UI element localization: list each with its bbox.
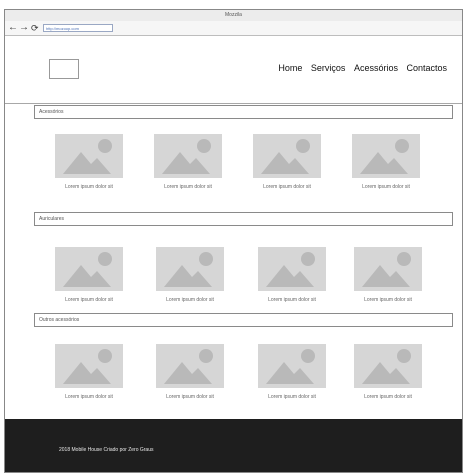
- image-placeholder-glyph: [266, 349, 315, 384]
- product-card[interactable]: Lorem ipsum dolor sit: [353, 247, 423, 303]
- product-caption: Lorem ipsum dolor sit: [166, 297, 214, 303]
- product-card[interactable]: Lorem ipsum dolor sit: [155, 344, 225, 400]
- section-header-auriculares: Auriculares: [34, 212, 453, 226]
- nav-home[interactable]: Home: [278, 63, 302, 73]
- image-placeholder-icon: [55, 247, 123, 291]
- image-placeholder-icon: [154, 134, 222, 178]
- forward-icon[interactable]: →: [19, 22, 29, 34]
- logo-placeholder[interactable]: [49, 59, 79, 79]
- product-card[interactable]: Lorem ipsum dolor sit: [153, 134, 223, 190]
- image-placeholder-icon: [253, 134, 321, 178]
- image-placeholder-icon: [258, 344, 326, 388]
- image-placeholder-icon: [352, 134, 420, 178]
- section-header-acessorios: Acessórios: [34, 105, 453, 119]
- image-placeholder-icon: [354, 247, 422, 291]
- product-caption: Lorem ipsum dolor sit: [164, 184, 212, 190]
- image-placeholder-glyph: [162, 139, 211, 174]
- product-caption: Lorem ipsum dolor sit: [362, 184, 410, 190]
- image-placeholder-glyph: [266, 252, 315, 287]
- image-placeholder-glyph: [261, 139, 310, 174]
- product-card[interactable]: Lorem ipsum dolor sit: [351, 134, 421, 190]
- image-placeholder-glyph: [362, 252, 411, 287]
- browser-toolbar: ← → ⟳ http://mozoop.com: [5, 21, 462, 36]
- image-placeholder-icon: [354, 344, 422, 388]
- nav-servicos[interactable]: Serviços: [311, 63, 346, 73]
- product-caption: Lorem ipsum dolor sit: [364, 394, 412, 400]
- nav-acessorios[interactable]: Acessórios: [354, 63, 398, 73]
- product-card[interactable]: Lorem ipsum dolor sit: [257, 247, 327, 303]
- image-placeholder-glyph: [360, 139, 409, 174]
- product-card[interactable]: Lorem ipsum dolor sit: [353, 344, 423, 400]
- product-caption: Lorem ipsum dolor sit: [65, 297, 113, 303]
- nav-contactos[interactable]: Contactos: [406, 63, 447, 73]
- image-placeholder-glyph: [63, 252, 112, 287]
- image-placeholder-icon: [55, 344, 123, 388]
- image-placeholder-glyph: [164, 252, 213, 287]
- image-placeholder-glyph: [63, 349, 112, 384]
- image-placeholder-glyph: [63, 139, 112, 174]
- image-placeholder-glyph: [164, 349, 213, 384]
- product-caption: Lorem ipsum dolor sit: [268, 297, 316, 303]
- address-bar[interactable]: http://mozoop.com: [43, 24, 113, 32]
- product-card[interactable]: Lorem ipsum dolor sit: [54, 344, 124, 400]
- product-caption: Lorem ipsum dolor sit: [65, 394, 113, 400]
- image-placeholder-icon: [55, 134, 123, 178]
- product-caption: Lorem ipsum dolor sit: [263, 184, 311, 190]
- section-header-outros-acessorios: Outros acessórios: [34, 313, 453, 327]
- site-footer: 2018 Mobile House Criado por Zero Graus: [5, 419, 462, 472]
- product-caption: Lorem ipsum dolor sit: [364, 297, 412, 303]
- product-card[interactable]: Lorem ipsum dolor sit: [155, 247, 225, 303]
- back-icon[interactable]: ←: [8, 22, 18, 34]
- footer-copyright: 2018 Mobile House Criado por Zero Graus: [59, 447, 154, 453]
- browser-window: Mozzila ← → ⟳ http://mozoop.com Home Ser…: [4, 9, 463, 473]
- image-placeholder-icon: [156, 247, 224, 291]
- product-caption: Lorem ipsum dolor sit: [166, 394, 214, 400]
- image-placeholder-icon: [258, 247, 326, 291]
- site-header: Home Serviços Acessórios Contactos: [5, 36, 462, 104]
- product-caption: Lorem ipsum dolor sit: [268, 394, 316, 400]
- product-card[interactable]: Lorem ipsum dolor sit: [257, 344, 327, 400]
- main-nav: Home Serviços Acessórios Contactos: [272, 63, 447, 73]
- product-card[interactable]: Lorem ipsum dolor sit: [54, 134, 124, 190]
- image-placeholder-icon: [156, 344, 224, 388]
- reload-icon[interactable]: ⟳: [31, 22, 39, 34]
- product-caption: Lorem ipsum dolor sit: [65, 184, 113, 190]
- image-placeholder-glyph: [362, 349, 411, 384]
- product-card[interactable]: Lorem ipsum dolor sit: [54, 247, 124, 303]
- product-card[interactable]: Lorem ipsum dolor sit: [252, 134, 322, 190]
